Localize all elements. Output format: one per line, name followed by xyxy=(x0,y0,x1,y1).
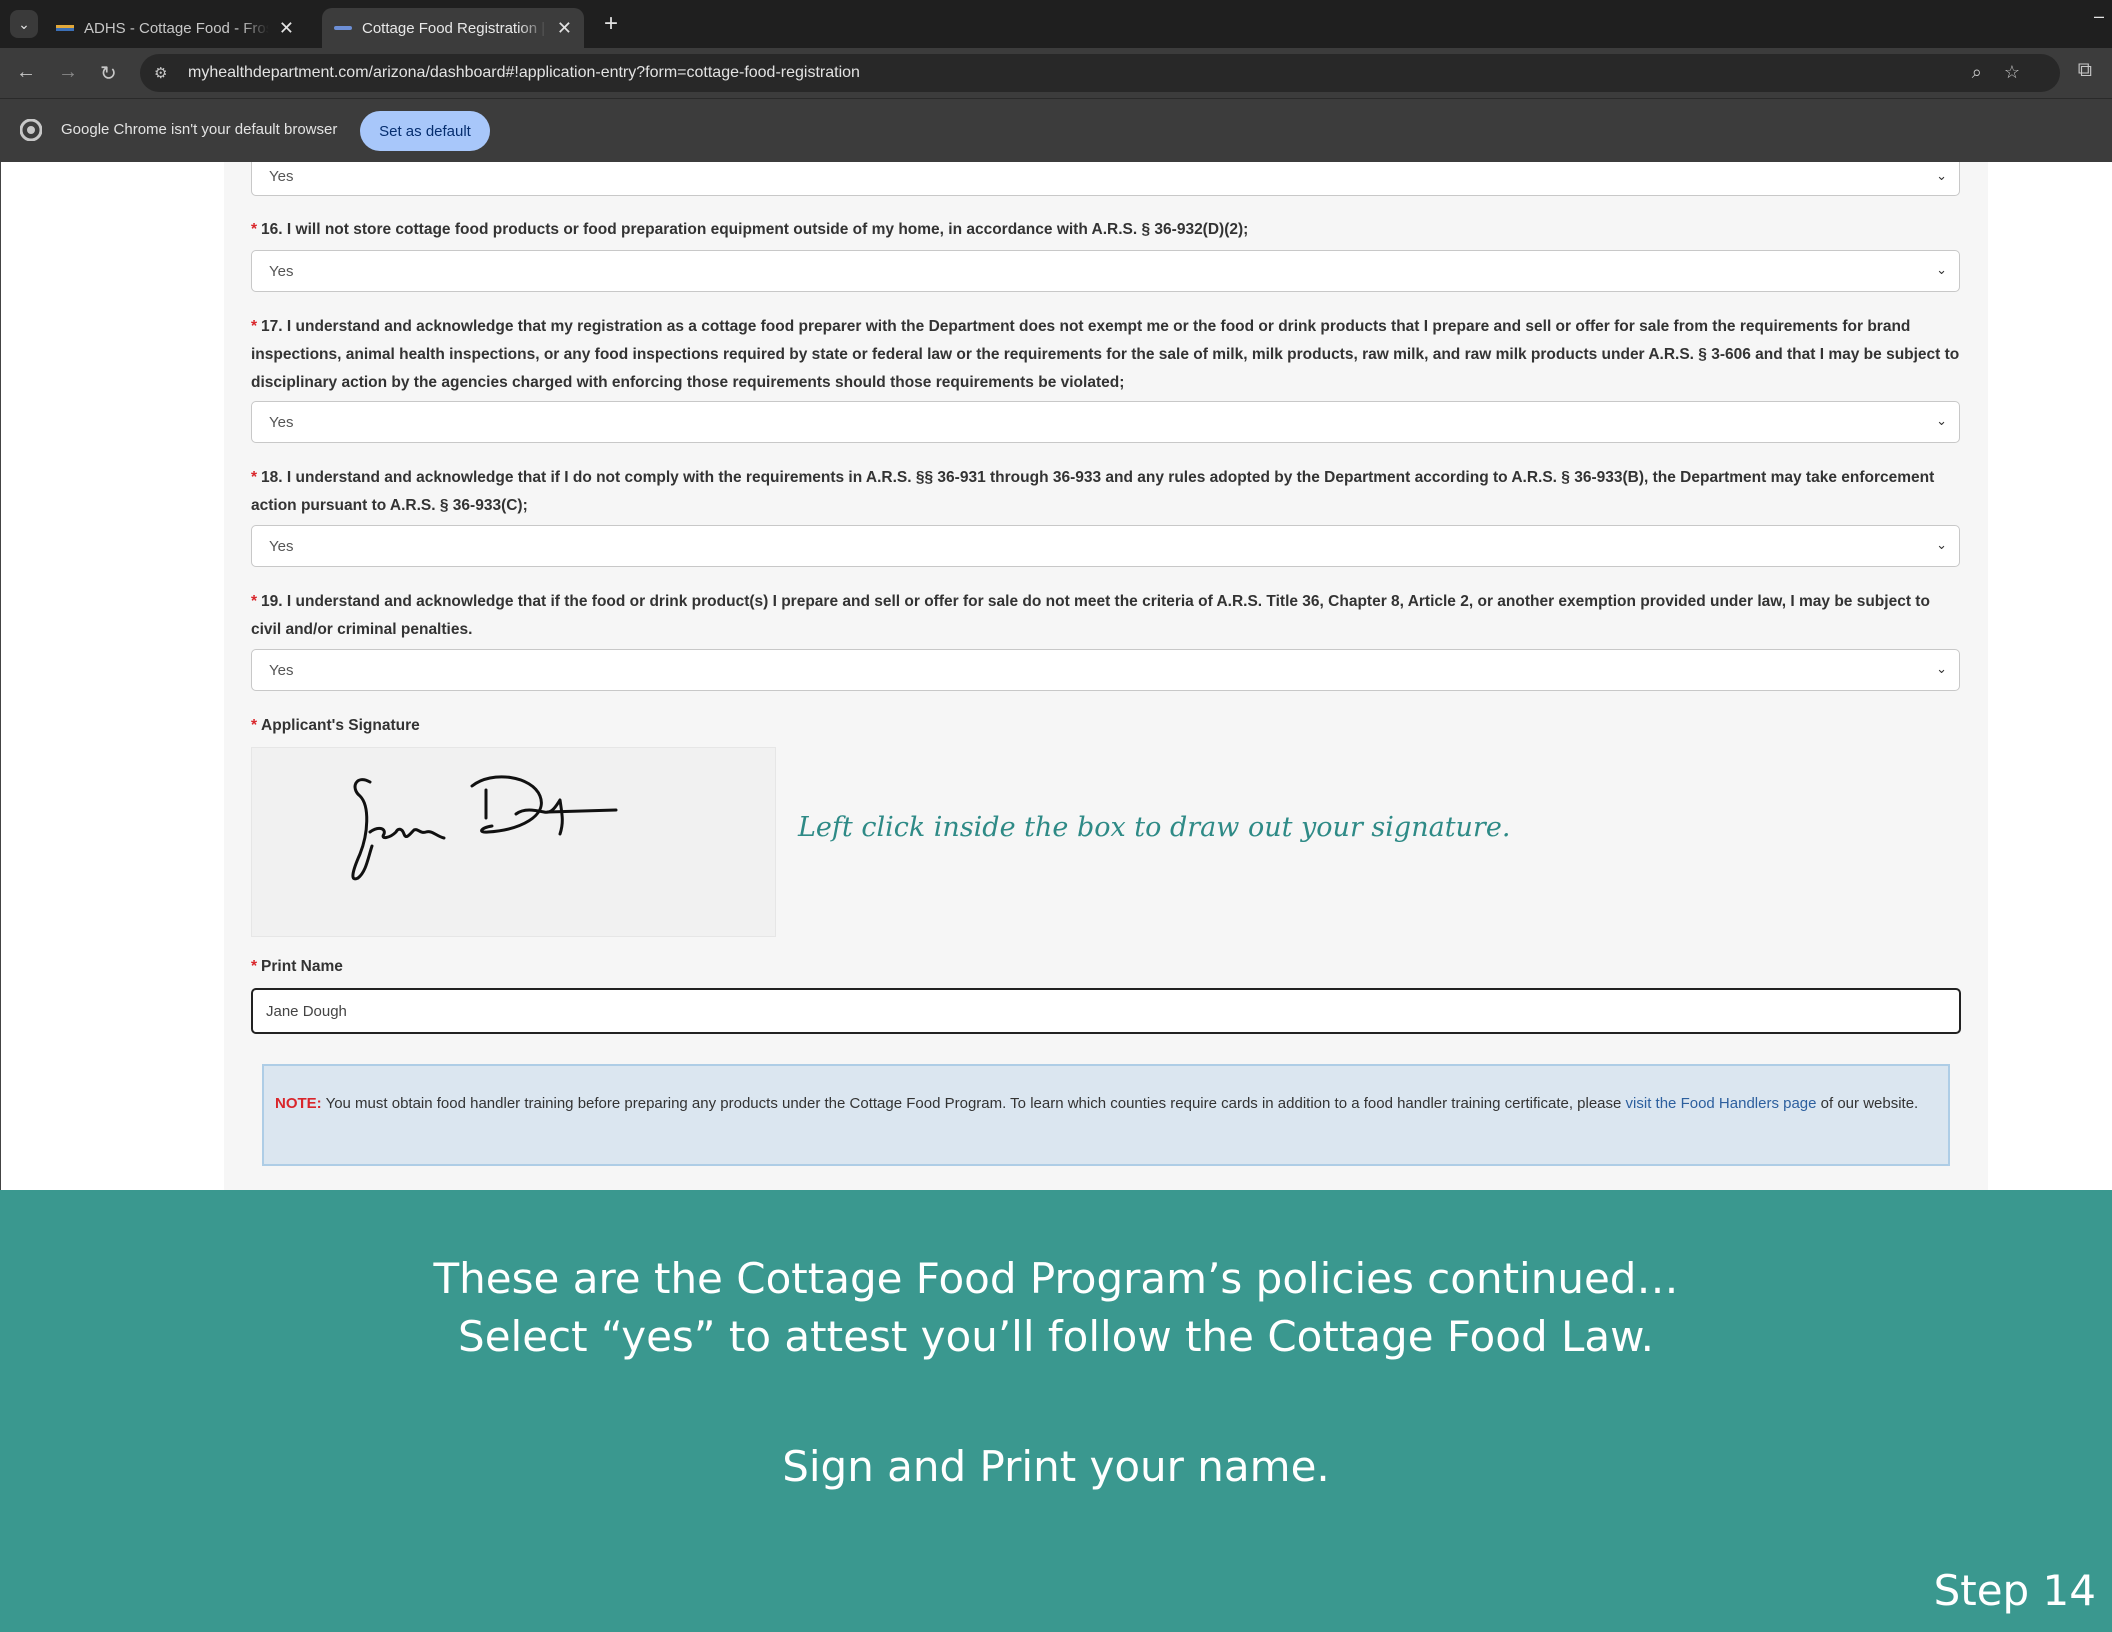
question-number: 18. xyxy=(261,469,283,486)
zoom-icon[interactable]: ⌕ xyxy=(1972,62,1982,83)
mhd-favicon-icon xyxy=(334,26,352,30)
tab-title: ADHS - Cottage Food - Frosting xyxy=(84,19,269,37)
note-label: NOTE: xyxy=(275,1095,322,1112)
question-text: I will not store cottage food products o… xyxy=(286,221,1249,238)
q19-select[interactable]: Yes ⌄ xyxy=(251,649,1960,691)
caption-line-2: Select “yes” to attest you’ll follow the… xyxy=(458,1312,1654,1361)
back-arrow-icon[interactable]: ← xyxy=(16,61,36,84)
chevron-down-icon: ⌄ xyxy=(1936,537,1947,552)
required-asterisk: * xyxy=(251,318,258,335)
page-content: Yes ⌄ * 16. I will not store cottage food… xyxy=(0,162,2112,1190)
address-bar[interactable]: ⚙ myhealthdepartment.com/arizona/dashboa… xyxy=(140,54,2060,92)
minimize-icon[interactable]: – xyxy=(2094,6,2104,27)
required-asterisk: * xyxy=(251,469,258,486)
question-16-label: * 16. I will not store cottage food produ… xyxy=(251,216,1961,244)
chevron-down-icon: ⌄ xyxy=(1936,413,1947,428)
chevron-down-icon: ⌄ xyxy=(1936,262,1947,277)
question-number: 17. xyxy=(261,318,283,335)
select-value: Yes xyxy=(269,167,294,185)
page-margin-right xyxy=(1988,162,2112,1190)
note-tail: of our website. xyxy=(1816,1095,1919,1112)
caption-line-1: These are the Cottage Food Program’s pol… xyxy=(433,1254,1679,1303)
q17-select[interactable]: Yes ⌄ xyxy=(251,401,1960,443)
tab-search-chevron-icon[interactable]: ⌄ xyxy=(10,10,38,38)
question-text: I understand and acknowledge that my reg… xyxy=(251,318,1960,391)
note-text: You must obtain food handler training be… xyxy=(321,1095,1626,1112)
tab-adhs-cottage-food[interactable]: ADHS - Cottage Food - Frosting ✕ xyxy=(44,8,306,48)
food-handlers-link[interactable]: visit the Food Handlers page xyxy=(1626,1095,1817,1112)
handwritten-signature xyxy=(351,775,618,881)
required-asterisk: * xyxy=(251,593,258,610)
question-text: I understand and acknowledge that if the… xyxy=(251,593,1930,638)
question-19-label: * 19. I understand and acknowledge that i… xyxy=(251,588,1961,644)
select-value: Yes xyxy=(269,262,294,280)
select-value: Yes xyxy=(269,661,294,679)
step-number: Step 14 xyxy=(1933,1566,2096,1615)
bookmark-star-icon[interactable]: ☆ xyxy=(2004,62,2020,83)
select-value: Yes xyxy=(269,537,294,555)
required-asterisk: * xyxy=(251,958,258,975)
close-icon[interactable]: ✕ xyxy=(557,18,572,39)
question-number: 16. xyxy=(261,221,283,238)
signature-label: * Applicant's Signature xyxy=(251,717,420,734)
browser-toolbar: ← → ↻ ⚙ myhealthdepartment.com/arizona/d… xyxy=(0,48,2112,98)
infobar-message: Google Chrome isn't your default browser xyxy=(61,121,338,138)
q18-select[interactable]: Yes ⌄ xyxy=(251,525,1960,567)
extensions-puzzle-icon[interactable]: ⧉ xyxy=(2078,59,2092,82)
reload-icon[interactable]: ↻ xyxy=(100,61,117,86)
q15-select[interactable]: Yes ⌄ xyxy=(251,162,1960,196)
caption-line-3: Sign and Print your name. xyxy=(782,1442,1330,1491)
signature-canvas[interactable] xyxy=(251,747,776,937)
default-browser-infobar: Google Chrome isn't your default browser… xyxy=(0,98,2112,162)
question-17-label: * 17. I understand and acknowledge that m… xyxy=(251,313,1961,397)
tab-title: Cottage Food Registration | Arizona xyxy=(362,19,547,37)
adhs-favicon-icon xyxy=(56,25,74,31)
signature-hint: Left click inside the box to draw out yo… xyxy=(798,812,1511,843)
question-18-label: * 18. I understand and acknowledge that i… xyxy=(251,464,1961,520)
required-asterisk: * xyxy=(251,717,258,734)
question-number: 19. xyxy=(261,593,283,610)
page-margin-left xyxy=(0,162,224,1190)
url-text: myhealthdepartment.com/arizona/dashboard… xyxy=(188,64,860,81)
set-as-default-button[interactable]: Set as default xyxy=(360,111,490,151)
input-value: Jane Dough xyxy=(266,1002,347,1020)
food-handler-note: NOTE: You must obtain food handler train… xyxy=(262,1064,1950,1166)
chevron-down-icon: ⌄ xyxy=(1936,168,1947,183)
print-name-label: * Print Name xyxy=(251,958,343,975)
new-tab-plus-icon[interactable]: + xyxy=(604,10,618,38)
print-name-input[interactable]: Jane Dough xyxy=(251,988,1961,1034)
tab-cottage-food-registration[interactable]: Cottage Food Registration | Arizona ✕ xyxy=(322,8,584,48)
forward-arrow-icon[interactable]: → xyxy=(58,61,78,84)
site-info-icon[interactable]: ⚙ xyxy=(154,64,176,82)
question-text: I understand and acknowledge that if I d… xyxy=(251,469,1935,514)
required-asterisk: * xyxy=(251,221,258,238)
close-icon[interactable]: ✕ xyxy=(279,18,294,39)
chevron-down-icon: ⌄ xyxy=(1936,661,1947,676)
chrome-logo-icon xyxy=(20,119,42,141)
browser-tab-bar: ⌄ ADHS - Cottage Food - Frosting ✕ Cotta… xyxy=(0,0,2112,48)
tutorial-caption: These are the Cottage Food Program’s pol… xyxy=(0,1190,2112,1632)
q16-select[interactable]: Yes ⌄ xyxy=(251,250,1960,292)
select-value: Yes xyxy=(269,413,294,431)
